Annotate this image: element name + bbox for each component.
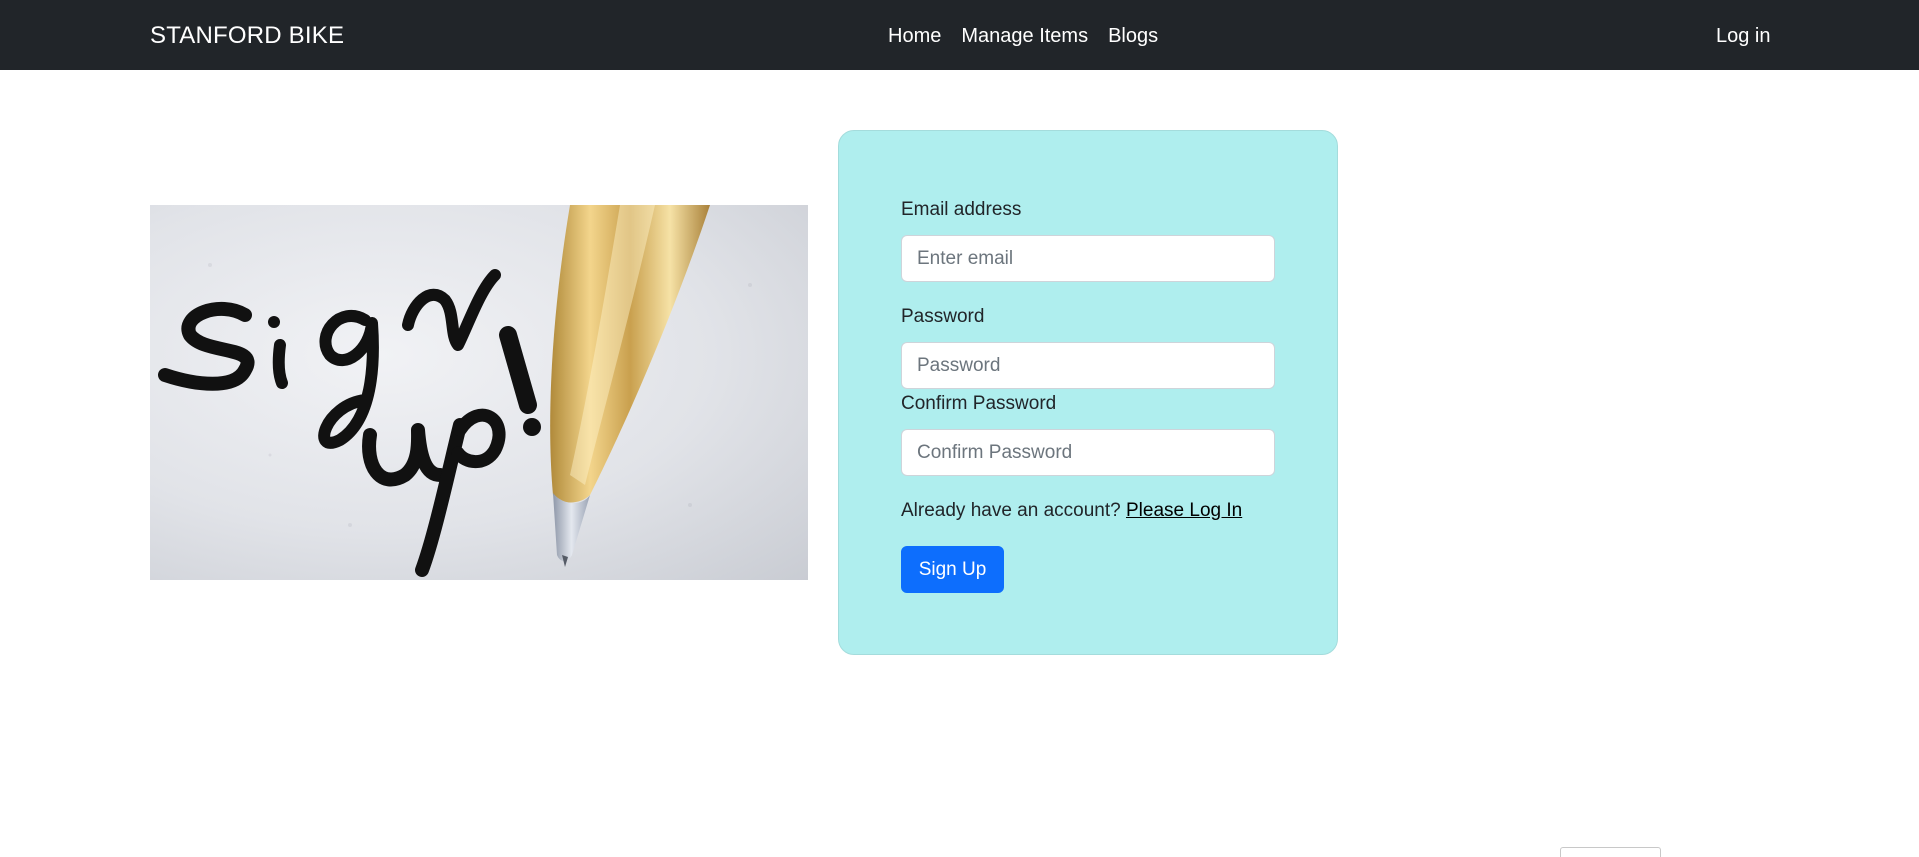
password-label: Password xyxy=(901,306,985,327)
email-input[interactable] xyxy=(901,235,1275,282)
confirm-password-input[interactable] xyxy=(901,429,1275,476)
nav-link-manage-items[interactable]: Manage Items xyxy=(961,25,1088,48)
confirm-password-label: Confirm Password xyxy=(901,393,1057,414)
sign-up-button[interactable]: Sign Up xyxy=(901,546,1004,593)
password-input[interactable] xyxy=(901,342,1275,389)
sign-up-illustration xyxy=(158,205,752,577)
already-have-account-text: Already have an account? xyxy=(901,500,1126,521)
nav-login-link[interactable]: Log in xyxy=(1716,25,1771,48)
sign-up-hero-image xyxy=(150,205,808,580)
already-have-account: Already have an account? Please Log In xyxy=(901,500,1242,522)
brand-link[interactable]: STANFORD BIKE xyxy=(150,22,344,50)
nav-links: Home Manage Items Blogs xyxy=(888,25,1158,48)
please-log-in-link[interactable]: Please Log In xyxy=(1126,500,1242,521)
nav-link-home[interactable]: Home xyxy=(888,25,941,48)
nav-link-blogs[interactable]: Blogs xyxy=(1108,25,1158,48)
email-label: Email address xyxy=(901,199,1022,220)
top-navbar: STANFORD BIKE Home Manage Items Blogs Lo… xyxy=(0,0,1919,70)
signup-form-card: Email address Password Confirm Password … xyxy=(838,130,1338,655)
corner-widget-tab[interactable] xyxy=(1560,847,1661,857)
